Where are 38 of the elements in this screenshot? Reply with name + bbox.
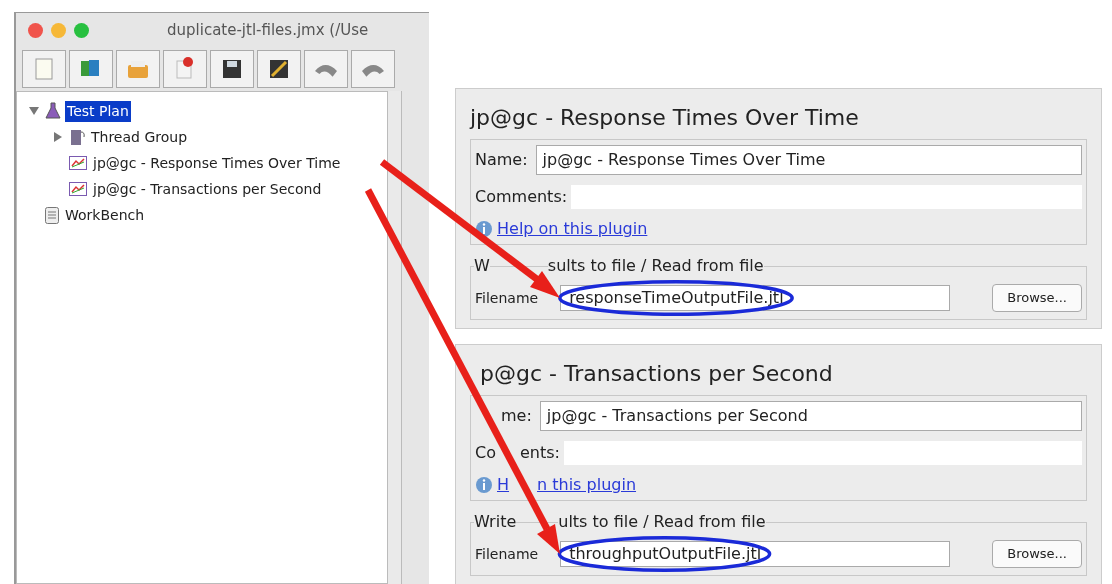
window-title: duplicate-jtl-files.jmx (/Use xyxy=(167,19,369,41)
name-field[interactable]: jp@gc - Response Times Over Time xyxy=(535,145,1082,175)
splitter[interactable] xyxy=(388,91,402,584)
field-label: Filename xyxy=(475,544,539,564)
help-link[interactable]: Help on this plugin xyxy=(497,217,648,241)
tree-item[interactable]: Test Plan xyxy=(65,100,131,122)
close-window-button[interactable] xyxy=(28,22,43,38)
info-icon xyxy=(475,476,493,494)
info-icon xyxy=(475,220,493,238)
filename-field[interactable]: throughputOutputFile.jtl xyxy=(560,541,951,567)
filename-field[interactable]: responseTimeOutputFile.jtl xyxy=(560,285,951,311)
browse-button[interactable]: Browse... xyxy=(992,284,1082,312)
collapsed-triangle-icon[interactable] xyxy=(53,132,63,142)
graph-icon xyxy=(69,182,87,196)
spool-icon xyxy=(69,128,85,146)
tree-item[interactable]: Thread Group xyxy=(89,126,190,148)
field-label: Comments: xyxy=(475,186,568,208)
browse-button[interactable]: Browse... xyxy=(992,540,1082,568)
field-label: Co xyxy=(475,442,496,464)
graph-icon xyxy=(69,156,87,170)
tree-item[interactable]: WorkBench xyxy=(63,204,147,226)
help-link[interactable]: H xyxy=(497,473,510,497)
field-label: Filename xyxy=(475,288,539,308)
toolbar-button[interactable] xyxy=(210,50,254,88)
expanded-triangle-icon[interactable] xyxy=(29,106,39,116)
toolbar-button[interactable] xyxy=(257,50,301,88)
panel-title: p@gc - Transactions per Second xyxy=(480,359,833,388)
field-label: me: xyxy=(501,405,532,427)
help-link[interactable]: n this plugin xyxy=(537,473,637,497)
name-field[interactable]: jp@gc - Transactions per Second xyxy=(539,401,1082,431)
tree-item[interactable]: jp@gc - Transactions per Second xyxy=(91,178,324,200)
clipboard-icon xyxy=(45,206,59,224)
flask-icon xyxy=(45,102,61,120)
field-label: ents: xyxy=(519,442,560,464)
field-label: Name: xyxy=(475,149,528,171)
tree-item[interactable]: jp@gc - Response Times Over Time xyxy=(91,152,343,174)
panel-title: jp@gc - Response Times Over Time xyxy=(470,103,859,132)
zoom-window-button[interactable] xyxy=(74,22,89,38)
